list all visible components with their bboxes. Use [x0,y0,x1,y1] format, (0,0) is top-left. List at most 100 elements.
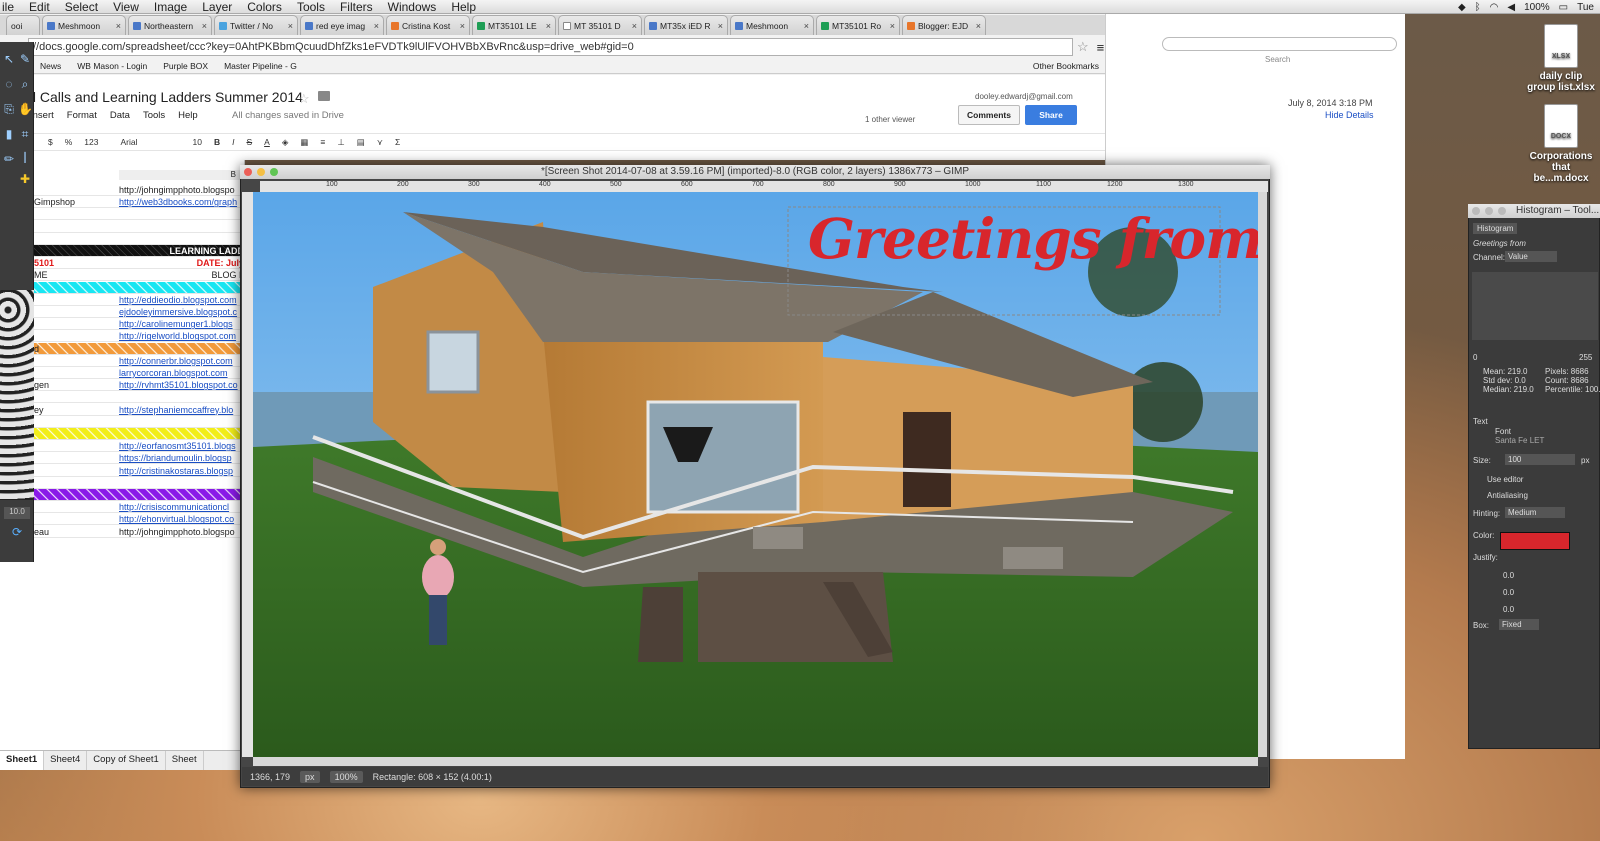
table-row[interactable] [0,208,244,221]
box-select[interactable]: Fixed [1499,619,1539,630]
menu-layer[interactable]: Layer [202,0,232,14]
table-row[interactable]: http://cristinakostaras.blogsp [0,465,244,477]
table-row[interactable] [0,489,244,501]
cell-col-b[interactable]: http://carolinemunger1.blogs [119,318,244,330]
vertical-ruler[interactable] [242,192,253,757]
bluetooth-icon[interactable]: ᛒ [1475,2,1481,13]
browser-tab[interactable]: Cristina Kost × [386,15,470,35]
brushes-panel[interactable] [0,290,34,500]
italic-button[interactable]: I [232,137,234,147]
cell-col-b[interactable]: larrycorcoran.blogspot.com [119,367,244,379]
cell-col-b[interactable]: http://johngimpphoto.blogspo [119,526,244,538]
menu-file[interactable]: ile [2,0,14,14]
url-input[interactable]: //docs.google.com/spreadsheet/ccc?key=0A… [28,38,1073,56]
cell-col-a[interactable]: 5101 [34,257,114,269]
cell-col-b[interactable]: https://briandumoulin.blogsp [119,452,244,464]
column-header-b[interactable]: B [119,170,244,180]
menu-filters[interactable]: Filters [340,0,373,14]
table-row[interactable]: http://carolinemunger1.blogs [0,318,244,331]
star-icon[interactable]: ☆ [298,91,310,107]
table-row[interactable]: http://eddieodio.blogspot.com [0,294,244,306]
pencil-tool-icon[interactable]: ✏ [2,152,16,166]
minimize-window-icon[interactable] [1485,207,1493,215]
comments-button[interactable]: Comments [958,105,1020,125]
letter-spacing-field[interactable]: 0.0 [1503,605,1514,614]
table-row[interactable]: gen http://rvhmt35101.blogspot.co [0,379,244,392]
bookmark-wb-mason[interactable]: WB Mason - Login [77,61,147,71]
cell-col-b[interactable]: http://stephaniemccaffrey.blo [119,404,244,416]
zoom-window-icon[interactable] [1498,207,1506,215]
cell-col-b[interactable]: http://ehonvirtual.blogspot.co [119,513,244,525]
hinting-select[interactable]: Medium [1505,507,1565,518]
hide-details-link[interactable]: Hide Details [1325,110,1374,120]
docs-menu-format[interactable]: Format [67,110,97,121]
clone-tool-icon[interactable]: ⎘ [2,102,16,116]
table-row[interactable] [0,221,244,233]
docs-menu-data[interactable]: Data [110,110,130,121]
bookmark-news[interactable]: News [40,61,61,71]
browser-tab[interactable]: MT35101 Ro × [816,15,900,35]
folder-icon[interactable] [318,91,330,101]
menu-image[interactable]: Image [154,0,187,14]
table-row[interactable]: larrycorcoran.blogspot.com [0,367,244,379]
table-row[interactable]: ejdooleyimmersive.blogspot.c [0,306,244,318]
cell-col-b[interactable]: ejdooleyimmersive.blogspot.c [119,306,244,318]
wrap-icon[interactable]: ▤ [357,137,365,148]
brush-tool-icon[interactable]: ꟾ [18,152,32,166]
indent-field[interactable]: 0.0 [1503,571,1514,580]
text-color-swatch[interactable] [1500,532,1570,550]
browser-tab[interactable]: Meshmoon × [730,15,814,35]
borders-icon[interactable]: ▦ [300,137,308,148]
table-row[interactable]: https://briandumoulin.blogsp [0,452,244,465]
horizontal-ruler[interactable]: 100 200 300 400 500 600 700 800 900 1000… [260,181,1268,192]
zoom-window-icon[interactable] [270,168,278,176]
cell-col-b[interactable]: http://eddieodio.blogspot.com [119,294,244,306]
channel-select[interactable]: Value [1505,251,1557,262]
user-account[interactable]: dooley.edwardj@gmail.com [975,92,1073,101]
cell-col-b[interactable]: DATE: July [119,257,244,269]
table-row[interactable] [0,428,244,440]
vertical-scrollbar[interactable] [1258,192,1267,757]
font-field[interactable]: Santa Fe LET [1495,436,1544,445]
menu-edit[interactable]: Edit [29,0,50,14]
image-canvas[interactable] [253,192,1258,757]
battery-icon[interactable]: ▭ [1559,2,1568,13]
browser-tab[interactable]: Twitter / No × [214,15,298,35]
mail-search-input[interactable] [1162,37,1397,51]
zoom-select[interactable]: 100% [329,770,363,783]
bookmark-master-pipeline[interactable]: Master Pipeline - G [224,61,297,71]
cell-col-b[interactable]: BLOG L [119,269,244,281]
table-row[interactable] [0,233,244,245]
size-field[interactable]: 100 [1505,454,1575,465]
clock-day[interactable]: Tue [1577,2,1594,13]
use-editor-checkbox[interactable]: Use editor [1487,475,1523,484]
zoom-tool-icon[interactable]: ⌕ [18,77,32,91]
menu-help[interactable]: Help [451,0,476,14]
horizontal-scrollbar[interactable] [253,757,1258,766]
document-title[interactable]: oll Calls and Learning Ladders Summer 20… [22,89,303,105]
font-select[interactable]: Arial [120,137,180,147]
table-row[interactable]: http://johngimpphoto.blogspo [0,184,244,196]
cell-col-b[interactable]: http://johngimpphoto.blogspo [119,184,244,196]
cell-col-b[interactable]: http://web3dbooks.com/graph [119,196,244,208]
cell-col-a[interactable]: Gimpshop [34,196,114,208]
range-low[interactable]: 0 [1473,353,1477,362]
cell-col-a[interactable]: ME [34,269,114,281]
browser-tab[interactable]: MT 35101 D × [558,15,642,35]
cell-col-b[interactable]: LEARNING LADD [119,245,245,257]
move-tool-icon[interactable]: ↖ [2,52,16,66]
histogram-graph[interactable] [1472,272,1598,340]
table-row[interactable]: d [0,342,244,355]
cell-col-b[interactable]: http://cristinakostaras.blogsp [119,465,244,477]
bookmark-star-icon[interactable]: ☆ [1077,39,1089,55]
cell-col-b[interactable]: http://eorfanosmt35101.blogs [119,440,244,452]
spreadsheet-grid[interactable]: B http://johngimpphoto.blogspo Gimpshop ht… [0,160,245,750]
bold-button[interactable]: B [214,137,220,147]
align-icon[interactable]: ≡ [320,137,325,147]
number-format-button[interactable]: 123 [84,137,98,147]
menu-windows[interactable]: Windows [388,0,437,14]
table-row[interactable]: Gimpshop http://web3dbooks.com/graph [0,196,244,209]
close-window-icon[interactable] [1472,207,1480,215]
desktop-file-xlsx[interactable]: XLSX daily clip group list.xlsx [1527,24,1595,93]
browser-tab[interactable]: Blogger: EJD × [902,15,986,35]
